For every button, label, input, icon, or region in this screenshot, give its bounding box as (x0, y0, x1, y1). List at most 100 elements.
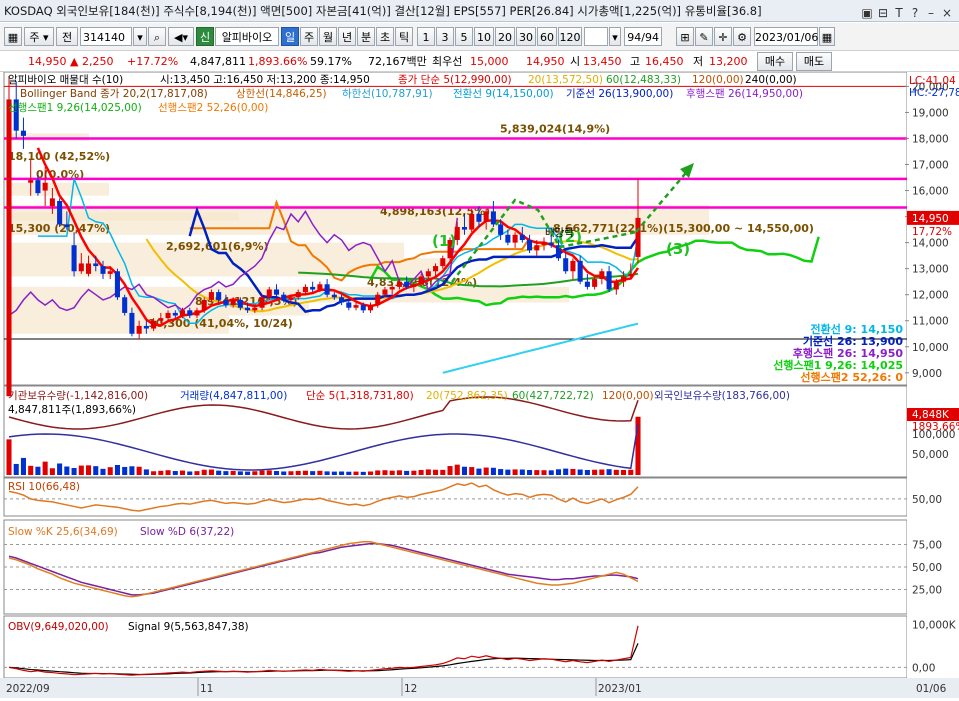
interval-20[interactable]: 20 (495, 27, 515, 46)
code-dropdown-icon[interactable]: ▾ (133, 27, 147, 46)
open-price: 13,450 (583, 55, 622, 68)
inst-holding-legend: 기관보유수량(-1,142,816,00) (8, 390, 148, 402)
candle-body (245, 307, 251, 311)
interval-dropdown-icon[interactable]: ▾ (609, 27, 621, 46)
interval-60[interactable]: 60 (537, 27, 557, 46)
volume-bar (396, 470, 402, 475)
settings-icon[interactable]: ⚙ (733, 27, 751, 46)
chart-svg[interactable]: 0(0,0%)18,100 (42,52%)15,300 (20,47%)4,8… (0, 71, 959, 698)
candle-body (382, 289, 388, 295)
current-price: 14,950 (28, 55, 67, 68)
sell-button[interactable]: 매도 (796, 52, 832, 71)
candle-body (179, 310, 186, 316)
low-price: 13,200 (709, 55, 748, 68)
candle-body (469, 213, 475, 230)
volume-bar (476, 468, 482, 475)
candle-body (584, 281, 590, 287)
zoom-icon[interactable]: ⊞ (676, 27, 694, 46)
company-name[interactable]: 알피바이오 (215, 27, 279, 46)
candle-body (396, 281, 402, 287)
page-counter[interactable]: 94/94 (624, 27, 662, 46)
best-bid: 15,000 (470, 55, 509, 68)
draw-tool-icon[interactable]: ✎ (695, 27, 713, 46)
search-icon[interactable]: ⌕ (148, 27, 166, 46)
slow-d-legend: Slow %D 6(37,22) (140, 526, 234, 538)
interval-10[interactable]: 10 (474, 27, 494, 46)
candle-body (577, 260, 583, 282)
date-input[interactable]: 2023/01/06 (754, 27, 818, 46)
candle-body (440, 258, 446, 267)
minimize-icon[interactable]: – (923, 2, 939, 21)
volume-bar (187, 471, 193, 475)
volume-ma5-legend: 단순 5(1,318,731,80) (306, 390, 414, 402)
interval-30[interactable]: 30 (516, 27, 536, 46)
candle-body (324, 284, 330, 295)
stock-code-input[interactable]: 314140 (80, 27, 132, 46)
volume-bar (534, 470, 540, 475)
rsi-axis-tick: 50,00 (912, 494, 942, 506)
layout-icon[interactable]: ⊟ (875, 2, 891, 21)
turnover-rate: 59.17% (310, 55, 352, 68)
tab-minute[interactable]: 분 (357, 27, 375, 46)
candle-body (512, 234, 518, 243)
candle-body (85, 263, 92, 274)
prev-button[interactable]: 전 (56, 27, 78, 46)
volume-bar (78, 465, 84, 475)
candle-body (527, 240, 533, 251)
candle-body (360, 305, 366, 311)
volume-bar (505, 469, 511, 475)
volume-sub-label: 4,847,811주(1,893,66%) (8, 404, 136, 416)
tab-month[interactable]: 월 (319, 27, 337, 46)
price-axis-tick: 10,000 (912, 342, 949, 354)
interval-1[interactable]: 1 (417, 27, 435, 46)
restore-icon[interactable]: ▣ (859, 2, 875, 21)
volume-ma60-legend: 60(427,722,72) (512, 390, 594, 402)
interval-5[interactable]: 5 (455, 27, 473, 46)
candle-body (570, 260, 576, 272)
envelope-down-legend: 하한선(10,787,91) (342, 87, 433, 100)
candle-body (273, 289, 280, 295)
candle-body (223, 299, 229, 306)
ma60-legend: 60(12,483,33) (606, 74, 681, 86)
candle-body (6, 99, 12, 397)
tab-second[interactable]: 초 (376, 27, 394, 46)
buy-button[interactable]: 매수 (757, 52, 793, 71)
grid-icon[interactable]: ▦ (4, 27, 22, 46)
help-icon[interactable]: ? (907, 2, 923, 21)
volume-bar (158, 470, 164, 475)
tab-tick[interactable]: 틱 (395, 27, 413, 46)
volume-bar (411, 470, 417, 475)
candle-body (490, 211, 496, 225)
candle-body (216, 292, 222, 300)
kijun-legend: 기준선 26(13,900,00) (566, 88, 673, 100)
interval-3[interactable]: 3 (436, 27, 454, 46)
tab-week[interactable]: 주 (300, 27, 318, 46)
stochastic-axis-tick: 50,00 (912, 562, 942, 574)
price-axis-tick: 13,000 (912, 264, 949, 276)
candle-body (129, 312, 135, 334)
price-header-ohlc: 시:13,450 고:16,450 저:13,200 종:14,950 (160, 74, 370, 86)
text-icon[interactable]: T (891, 2, 907, 21)
market-select[interactable]: 주 ▾ (24, 27, 54, 46)
crosshair-icon[interactable]: ✛ (714, 27, 732, 46)
tab-year[interactable]: 년 (338, 27, 356, 46)
volume-ratio: 1,893.66% (248, 55, 308, 68)
candle-body (505, 234, 511, 243)
speaker-icon[interactable]: ◀▾ (168, 27, 194, 46)
interval-custom-input[interactable] (584, 27, 608, 46)
interval-120[interactable]: 120 (558, 27, 582, 46)
close-icon[interactable]: × (939, 2, 955, 21)
volume-bar (223, 471, 229, 475)
tenkan-legend: 전환선 9(14,150,00) (453, 88, 554, 100)
candle-body (541, 242, 547, 246)
chart-area[interactable]: 0(0,0%) 18,100 (42,52%) 15,300 (20,47%) 4,8… (0, 71, 959, 698)
open-label: 시 (570, 55, 581, 68)
volume-profile-label: 10,300 (41,04%, 10/24) (148, 317, 293, 330)
volume-profile-label: 18,100 (42,52%) (8, 150, 110, 163)
candle-body (404, 281, 410, 287)
price-axis-tick: 16,000 (912, 186, 949, 198)
x-axis-tick: 12 (404, 683, 417, 695)
tab-day[interactable]: 일 (281, 27, 299, 46)
calendar-icon[interactable]: ▦ (819, 27, 835, 46)
volume-bar (599, 469, 605, 475)
